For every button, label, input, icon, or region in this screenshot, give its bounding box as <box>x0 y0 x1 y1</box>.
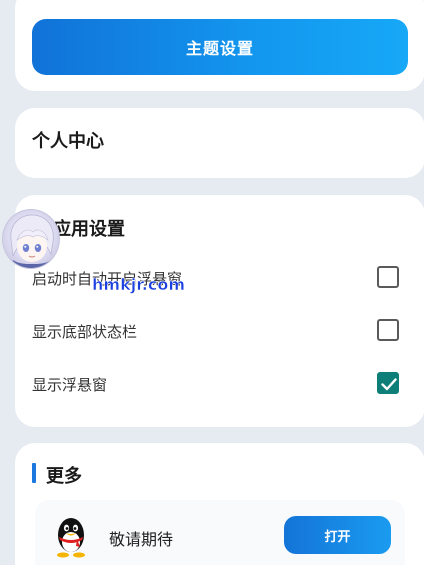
auto-float-checkbox[interactable] <box>377 266 399 288</box>
more-card: 更多 敬请期待 打开 <box>15 443 424 565</box>
personal-center-card[interactable]: 个人中心 <box>15 108 424 178</box>
setting-label: 显示浮悬窗 <box>32 376 108 394</box>
app-settings-title: 应用设置 <box>53 219 125 240</box>
more-item-label: 敬请期待 <box>109 530 174 549</box>
more-list-item: 敬请期待 打开 <box>35 500 405 565</box>
personal-center-title: 个人中心 <box>32 131 104 152</box>
app-settings-card: 应用设置 启动时自动开启浮悬窗 显示底部状态栏 显示浮悬窗 <box>15 195 424 427</box>
open-button[interactable]: 打开 <box>284 516 391 554</box>
watermark-text: hmkjr.com <box>92 275 186 295</box>
setting-row-status-bar[interactable]: 显示底部状态栏 <box>15 312 424 352</box>
setting-row-show-float[interactable]: 显示浮悬窗 <box>15 365 424 405</box>
theme-settings-button[interactable]: 主题设置 <box>32 19 408 75</box>
setting-label: 显示底部状态栏 <box>32 323 138 341</box>
checkmark-icon <box>381 378 397 391</box>
anime-avatar-icon[interactable] <box>2 209 60 269</box>
theme-card: 主题设置 <box>15 0 424 91</box>
qq-penguin-icon <box>57 518 85 558</box>
more-title: 更多 <box>46 466 82 487</box>
setting-row-auto-float[interactable]: 启动时自动开启浮悬窗 <box>15 259 424 299</box>
more-title-accent-bar <box>32 463 36 483</box>
status-bar-checkbox[interactable] <box>377 319 399 341</box>
show-float-checkbox[interactable] <box>377 372 399 394</box>
